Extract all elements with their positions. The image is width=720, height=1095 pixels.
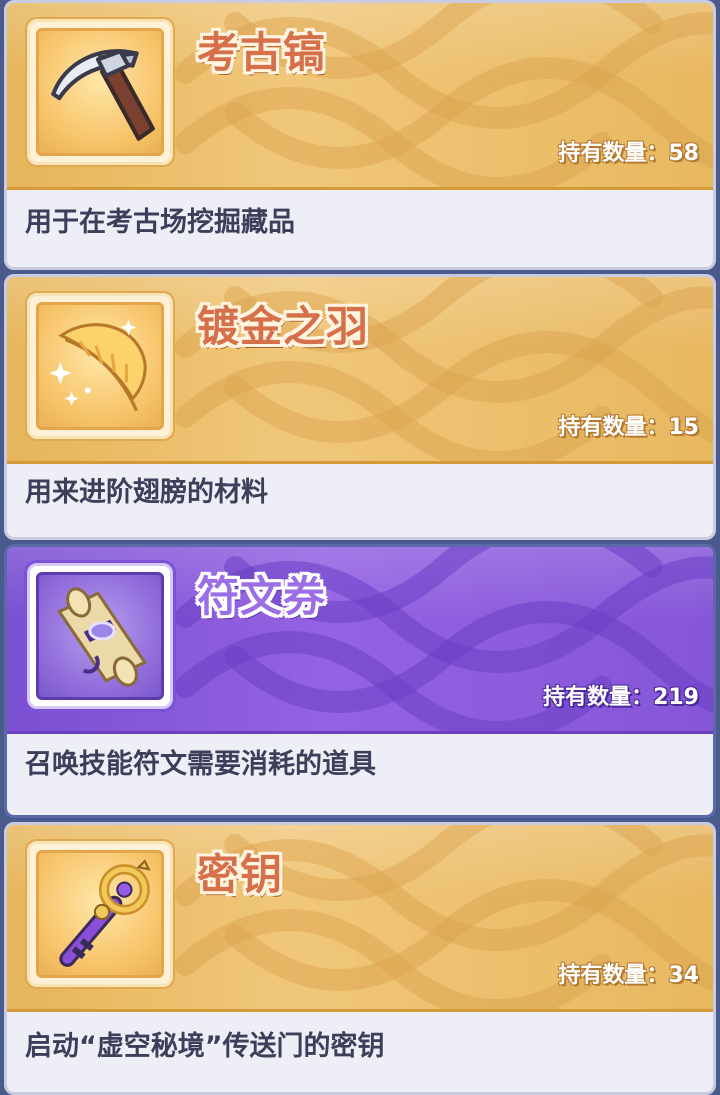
item-card-golden-feather[interactable]: 镀金之羽 持有数量：15 用来进阶翅膀的材料 [4,274,716,540]
item-quantity: 持有数量：58 [558,139,699,169]
item-quantity: 持有数量：219 [543,683,699,713]
item-description: 用来进阶翅膀的材料 [25,477,268,508]
item-icon-frame [27,563,173,709]
quantity-label: 持有数量： [558,963,669,988]
item-card-key[interactable]: 密钥 持有数量：34 启动“虚空秘境”传送门的密钥 [4,822,716,1095]
item-description: 用于在考古场挖掘藏品 [25,207,295,238]
item-description: 启动“虚空秘境”传送门的密钥 [25,1031,385,1062]
key-icon [59,859,151,967]
quantity-value: 58 [668,141,699,166]
item-name: 考古镐 [197,28,327,77]
quantity-label: 持有数量： [543,685,654,710]
item-card-pickaxe[interactable]: 考古镐 持有数量：58 用于在考古场挖掘藏品 [4,0,716,270]
item-name: 符文券 [197,572,327,621]
item-card-header: 符文券 持有数量：219 [7,547,713,734]
item-icon-frame [27,293,173,439]
item-icon-frame [27,19,173,165]
quantity-value: 219 [653,685,699,710]
scroll-icon [57,587,147,687]
item-quantity: 持有数量：15 [558,413,699,443]
item-icon-frame [27,841,173,987]
item-name: 镀金之羽 [197,302,370,351]
quantity-value: 34 [668,963,699,988]
golden-feather-icon [49,319,147,412]
item-description: 召唤技能符文需要消耗的道具 [25,749,376,780]
quantity-label: 持有数量： [558,141,669,166]
item-card-header: 镀金之羽 持有数量：15 [7,277,713,464]
item-card-header: 考古镐 持有数量：58 [7,3,713,190]
item-quantity: 持有数量：34 [558,961,699,991]
pickaxe-icon [51,49,155,141]
item-card-header: 密钥 持有数量：34 [7,825,713,1012]
quantity-label: 持有数量： [558,415,669,440]
quantity-value: 15 [668,415,699,440]
item-name: 密钥 [197,850,284,899]
item-card-rune-ticket[interactable]: 符文券 持有数量：219 召唤技能符文需要消耗的道具 [4,544,716,818]
